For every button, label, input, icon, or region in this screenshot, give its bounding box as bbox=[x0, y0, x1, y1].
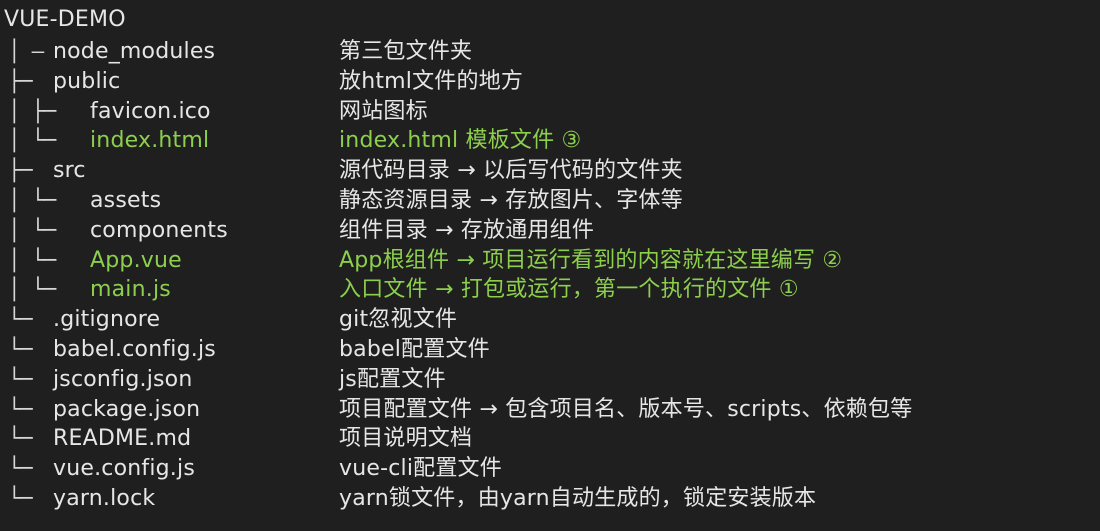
file-description-components: 组件目录 → 存放通用组件 bbox=[339, 217, 595, 243]
file-name-main-js: main.js bbox=[90, 277, 171, 303]
file-description-package-json: 项目配置文件 → 包含项目名、版本号、scripts、依赖包等 bbox=[339, 396, 913, 422]
tree-row-favicon[interactable]: │ ├─ favicon.ico 网站图标 bbox=[0, 97, 1100, 127]
tree-row-src[interactable]: ├─ src 源代码目录 → 以后写代码的文件夹 bbox=[0, 156, 1100, 186]
file-description-jsconfig: js配置文件 bbox=[339, 366, 446, 392]
tree-prefix-favicon: │ ├─ bbox=[8, 98, 56, 123]
file-description-yarn-lock: yarn锁文件，由yarn自动生成的，锁定安装版本 bbox=[339, 485, 817, 511]
tree-row-node-modules[interactable]: │ — node_modules 第三包文件夹 bbox=[0, 37, 1100, 67]
tree-left-src: ├─ src bbox=[8, 156, 333, 186]
file-description-assets: 静态资源目录 → 存放图片、字体等 bbox=[339, 187, 683, 213]
tree-prefix-main-js: │ └─ bbox=[8, 277, 56, 302]
tree-row-jsconfig[interactable]: └─ jsconfig.json js配置文件 bbox=[0, 365, 1100, 395]
tree-left-components: │ └─ components bbox=[8, 216, 333, 246]
tree-row-public[interactable]: ├─ public 放html文件的地方 bbox=[0, 67, 1100, 97]
tree-prefix-components: │ └─ bbox=[8, 217, 56, 242]
tree-row-babel-config[interactable]: └─ babel.config.js babel配置文件 bbox=[0, 335, 1100, 365]
tree-prefix-readme: └─ bbox=[8, 426, 32, 451]
tree-row-index-html[interactable]: │ └─ index.html index.html 模板文件 ③ bbox=[0, 126, 1100, 156]
file-name-yarn-lock: yarn.lock bbox=[53, 485, 156, 511]
tree-prefix-yarn-lock: └─ bbox=[8, 485, 32, 510]
file-description-src: 源代码目录 → 以后写代码的文件夹 bbox=[339, 158, 683, 184]
tree-left-package-json: └─ package.json bbox=[8, 395, 333, 425]
tree-left-babel-config: └─ babel.config.js bbox=[8, 335, 333, 365]
file-name-readme: README.md bbox=[53, 426, 192, 452]
tree-row-package-json[interactable]: └─ package.json 项目配置文件 → 包含项目名、版本号、scrip… bbox=[0, 395, 1100, 425]
tree-left-app-vue: │ └─ App.vue bbox=[8, 246, 333, 276]
file-description-main-js: 入口文件 → 打包或运行，第一个执行的文件 ① bbox=[339, 277, 799, 303]
file-name-favicon: favicon.ico bbox=[90, 98, 211, 124]
file-name-app-vue: App.vue bbox=[90, 247, 182, 273]
tree-left-index-html: │ └─ index.html bbox=[8, 126, 333, 156]
file-name-gitignore: .gitignore bbox=[53, 307, 161, 333]
file-description-public: 放html文件的地方 bbox=[339, 68, 524, 94]
tree-left-gitignore: └─ .gitignore bbox=[8, 305, 333, 335]
tree-prefix-package-json: └─ bbox=[8, 396, 32, 421]
tree-row-app-vue[interactable]: │ └─ App.vue App根组件 → 项目运行看到的内容就在这里编写 ② bbox=[0, 246, 1100, 276]
file-description-readme: 项目说明文档 bbox=[339, 426, 473, 452]
file-name-assets: assets bbox=[90, 187, 162, 213]
file-description-node-modules: 第三包文件夹 bbox=[339, 39, 473, 64]
tree-left-jsconfig: └─ jsconfig.json bbox=[8, 365, 333, 395]
file-name-components: components bbox=[90, 217, 228, 243]
tree-prefix-gitignore: └─ bbox=[8, 307, 32, 332]
tree-prefix-jsconfig: └─ bbox=[8, 366, 32, 391]
tree-left-readme: └─ README.md bbox=[8, 424, 333, 454]
file-description-favicon: 网站图标 bbox=[339, 98, 428, 124]
tree-prefix-index-html: │ └─ bbox=[8, 128, 56, 153]
tree-left-assets: │ └─ assets bbox=[8, 186, 333, 216]
tree-left-node-modules: │ — node_modules bbox=[8, 37, 333, 67]
tree-prefix-app-vue: │ └─ bbox=[8, 247, 56, 272]
tree-row-assets[interactable]: │ └─ assets 静态资源目录 → 存放图片、字体等 bbox=[0, 186, 1100, 216]
tree-row-gitignore[interactable]: └─ .gitignore git忽视文件 bbox=[0, 305, 1100, 335]
file-name-jsconfig: jsconfig.json bbox=[53, 366, 193, 392]
file-description-babel-config: babel配置文件 bbox=[339, 336, 490, 362]
tree-prefix-public: ├─ bbox=[8, 68, 32, 93]
tree-row-readme[interactable]: └─ README.md 项目说明文档 bbox=[0, 424, 1100, 454]
file-name-package-json: package.json bbox=[53, 396, 201, 422]
file-description-index-html: index.html 模板文件 ③ bbox=[339, 128, 582, 154]
tree-left-yarn-lock: └─ yarn.lock bbox=[8, 484, 333, 514]
file-description-vue-config: vue-cli配置文件 bbox=[339, 456, 502, 482]
tree-prefix-assets: │ └─ bbox=[8, 187, 56, 212]
tree-prefix-babel-config: └─ bbox=[8, 336, 32, 361]
tree-left-vue-config: └─ vue.config.js bbox=[8, 454, 333, 484]
file-description-gitignore: git忽视文件 bbox=[339, 307, 458, 333]
tree-left-main-js: │ └─ main.js bbox=[8, 275, 333, 305]
tree-prefix-node-modules: │ — bbox=[8, 39, 44, 63]
tree-left-favicon: │ ├─ favicon.ico bbox=[8, 97, 333, 127]
tree-row-components[interactable]: │ └─ components 组件目录 → 存放通用组件 bbox=[0, 216, 1100, 246]
project-root-title: VUE-DEMO bbox=[4, 7, 126, 32]
tree-row-yarn-lock[interactable]: └─ yarn.lock yarn锁文件，由yarn自动生成的，锁定安装版本 bbox=[0, 484, 1100, 514]
tree-left-public: ├─ public bbox=[8, 67, 333, 97]
file-name-public: public bbox=[53, 68, 121, 94]
tree-row-vue-config[interactable]: └─ vue.config.js vue-cli配置文件 bbox=[0, 454, 1100, 484]
file-name-node-modules: node_modules bbox=[53, 39, 216, 64]
tree-prefix-vue-config: └─ bbox=[8, 456, 32, 481]
tree-prefix-src: ├─ bbox=[8, 158, 32, 183]
file-tree: │ — node_modules 第三包文件夹 ├─ public 放html文… bbox=[0, 37, 1100, 514]
file-description-app-vue: App根组件 → 项目运行看到的内容就在这里编写 ② bbox=[339, 247, 843, 273]
file-name-vue-config: vue.config.js bbox=[53, 456, 195, 482]
screen: VUE-DEMO │ — node_modules 第三包文件夹 ├─ publ… bbox=[0, 0, 1100, 531]
file-name-babel-config: babel.config.js bbox=[53, 336, 216, 362]
file-name-index-html: index.html bbox=[90, 128, 210, 154]
file-name-src: src bbox=[53, 158, 86, 184]
tree-row-main-js[interactable]: │ └─ main.js 入口文件 → 打包或运行，第一个执行的文件 ① bbox=[0, 275, 1100, 305]
